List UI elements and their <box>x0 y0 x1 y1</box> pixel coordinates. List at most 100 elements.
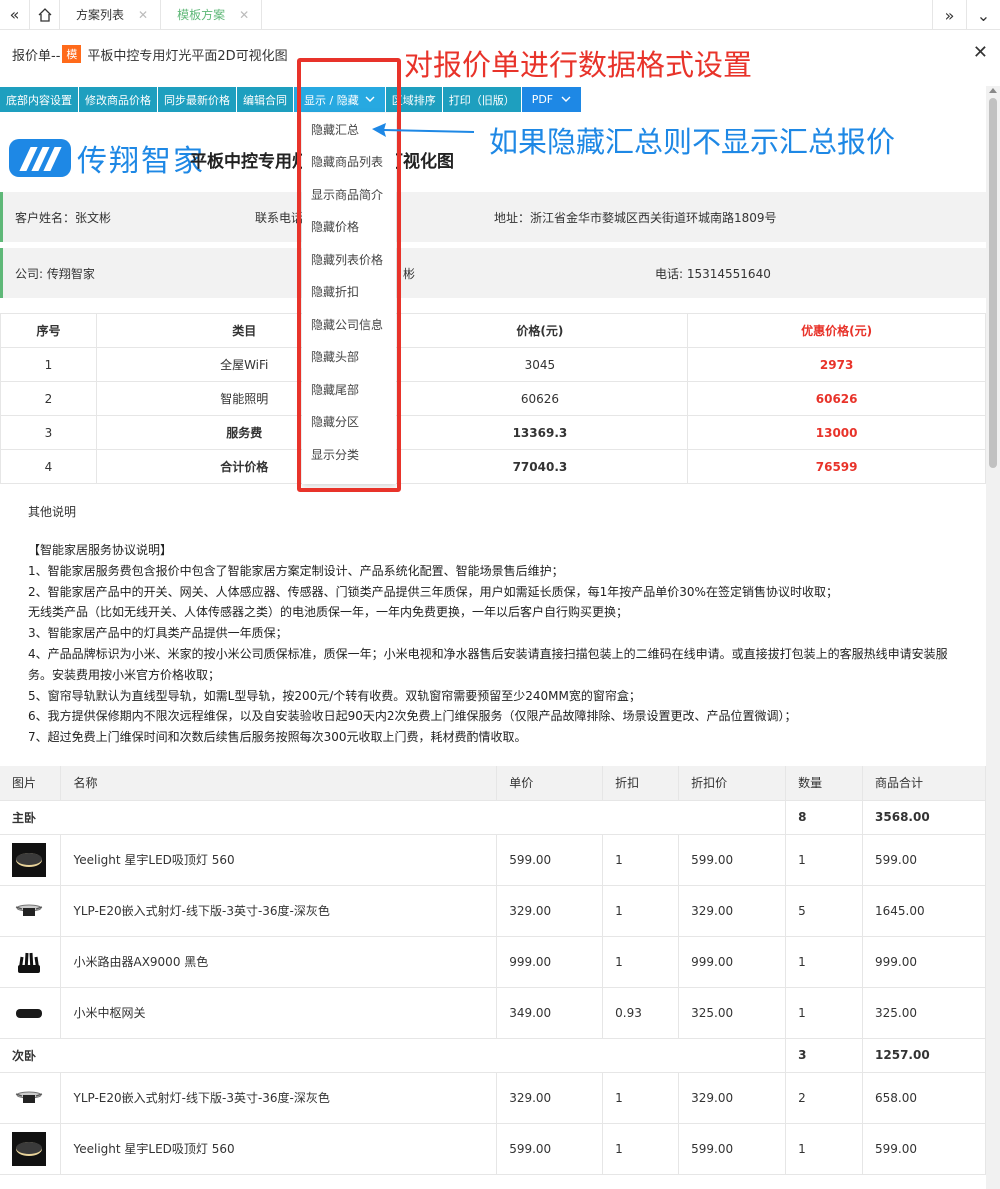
notes-line: 无线类产品（比如无线开关、人体传感器之类）的电池质保一年，一年内免费更换，一年以… <box>28 605 629 620</box>
print-old-button[interactable]: 打印（旧版） <box>442 87 522 112</box>
chevron-down-icon[interactable]: ⌄ <box>966 0 1000 30</box>
notes-body: 【智能家居服务协议说明】 1、智能家居服务费包含报价中包含了智能家居方案定制设计… <box>28 540 978 748</box>
pdf-label: PDF <box>531 93 554 106</box>
notes-line: 6、我方提供保修期内不限次远程维保，以及自安装验收日起90天内2次免费上门维保服… <box>28 709 797 724</box>
logo-text: 传翔智家 <box>77 144 205 179</box>
quantity: 1 <box>785 987 864 1039</box>
product-name: 小米中枢网关 <box>60 987 498 1039</box>
product-image <box>0 1123 62 1175</box>
ceiling-lamp-icon <box>12 1131 46 1166</box>
unit-price: 329.00 <box>496 1072 604 1124</box>
group-row: 次卧 3 1257.00 <box>0 1038 986 1073</box>
page-title: 平板中控专用灯光平面2D可视化图 <box>87 48 288 64</box>
chevron-down-icon <box>561 93 571 106</box>
company-name: 公司: 传翔智家 <box>15 267 95 281</box>
scroll-tabs-right-icon[interactable]: » <box>932 0 966 30</box>
group-name: 次卧 <box>0 1038 787 1073</box>
home-icon[interactable] <box>30 0 60 30</box>
table-header: 图片 名称 单价 折扣 折扣价 数量 商品合计 <box>0 766 986 801</box>
table-cell: 3 <box>0 415 97 450</box>
notes-line: 7、超过免费上门维保时间和次数后续售后服务按照每次300元收取上门费，耗材费酌情… <box>28 730 527 745</box>
annotation-hide-summary: 如果隐藏汇总则不显示汇总报价 <box>489 125 896 159</box>
unit-price: 599.00 <box>496 1123 604 1175</box>
quantity: 2 <box>785 1072 864 1124</box>
table-row: 4 合计价格 77040.3 76599 <box>0 449 986 484</box>
table-cell: 76599 <box>687 449 986 484</box>
notes-line: 1、智能家居服务费包含报价中包含了智能家居方案定制设计、产品系统化配置、智能场景… <box>28 563 564 578</box>
subtotal: 599.00 <box>862 1123 986 1175</box>
logo-mark-icon <box>9 139 71 177</box>
tab-plan-list[interactable]: 方案列表 ✕ <box>60 0 162 30</box>
column-header: 折扣价 <box>678 766 787 801</box>
table-cell: 13000 <box>687 415 986 450</box>
product-image <box>0 834 62 886</box>
close-tab-icon[interactable]: ✕ <box>138 8 148 22</box>
discount-price: 999.00 <box>678 936 787 988</box>
quantity: 5 <box>785 885 864 937</box>
discount: 1 <box>602 1072 680 1124</box>
scroll-up-icon[interactable] <box>989 88 997 93</box>
discount: 1 <box>602 936 680 988</box>
discount: 1 <box>602 885 680 937</box>
unit-price: 329.00 <box>496 885 604 937</box>
table-cell: 60626 <box>687 381 986 416</box>
edit-price-button[interactable]: 修改商品价格 <box>79 87 158 112</box>
column-header: 价格(元) <box>391 313 689 348</box>
table-row: YLP-E20嵌入式射灯-线下版-3英寸-36度-深灰色 329.00 1 32… <box>0 1072 986 1124</box>
scroll-tabs-left-icon[interactable]: « <box>0 0 30 30</box>
product-image <box>0 936 62 988</box>
tab-label: 模板方案 <box>177 8 226 22</box>
discount-price: 599.00 <box>678 1123 787 1175</box>
close-icon[interactable]: ✕ <box>973 42 988 63</box>
scrollbar-thumb[interactable] <box>989 98 997 468</box>
discount: 1 <box>602 1123 680 1175</box>
notes-line: 务。安装费用按小米官方价格收取； <box>28 667 221 682</box>
table-row: 3 服务费 13369.3 13000 <box>0 415 986 450</box>
tab-template-plan[interactable]: 模板方案 ✕ <box>161 0 263 30</box>
group-name: 主卧 <box>0 800 787 835</box>
column-header: 商品合计 <box>862 766 986 801</box>
column-header: 数量 <box>785 766 864 801</box>
notes-line: 【智能家居服务协议说明】 <box>28 543 173 557</box>
footer-settings-button[interactable]: 底部内容设置 <box>0 87 79 112</box>
discount-price: 599.00 <box>678 834 787 886</box>
product-name: Yeelight 星宇LED吸顶灯 560 <box>60 1123 498 1175</box>
edit-contract-button[interactable]: 编辑合同 <box>237 87 294 112</box>
notes-line: 2、智能家居产品中的开关、网关、人体感应器、传感器、门锁类产品提供三年质保，用户… <box>28 584 838 599</box>
table-cell: 77040.3 <box>391 449 689 484</box>
customer-address: 地址：浙江省金华市婺城区西关街道环城南路1809号 <box>494 211 777 225</box>
notes-line: 3、智能家居产品中的灯具类产品提供一年质保； <box>28 626 288 641</box>
toolbar: 底部内容设置 修改商品价格 同步最新价格 编辑合同 显示 / 隐藏 区域排序 打… <box>0 87 583 112</box>
product-table: 图片 名称 单价 折扣 折扣价 数量 商品合计 主卧 8 3568.00 Yee… <box>0 766 986 1175</box>
column-header: 序号 <box>0 313 97 348</box>
unit-price: 349.00 <box>496 987 604 1039</box>
spotlight-icon <box>12 893 46 928</box>
table-row: YLP-E20嵌入式射灯-线下版-3英寸-36度-深灰色 329.00 1 32… <box>0 885 986 937</box>
notes-line: 4、产品品牌标识为小米、米家的按小米公司质保标准，质保一年；小米电视和净水器售后… <box>28 646 948 661</box>
customer-name: 客户姓名：张文彬 <box>15 211 112 225</box>
table-cell: 1 <box>0 347 97 382</box>
discount-price: 325.00 <box>678 987 787 1039</box>
annotation-arrow-icon <box>372 123 475 137</box>
tab-bar: « 方案列表 ✕ 模板方案 ✕ » ⌄ <box>0 0 1000 30</box>
group-qty: 8 <box>785 800 864 835</box>
table-row: 2 智能照明 60626 60626 <box>0 381 986 416</box>
column-header: 折扣 <box>602 766 680 801</box>
subtotal: 658.00 <box>862 1072 986 1124</box>
close-tab-icon[interactable]: ✕ <box>239 8 249 22</box>
ceiling-lamp-icon <box>12 842 46 877</box>
product-image <box>0 885 62 937</box>
subtotal: 999.00 <box>862 936 986 988</box>
column-header: 图片 <box>0 766 62 801</box>
quantity: 1 <box>785 1123 864 1175</box>
table-cell: 13369.3 <box>391 415 689 450</box>
spotlight-icon <box>12 1080 46 1115</box>
product-name: YLP-E20嵌入式射灯-线下版-3英寸-36度-深灰色 <box>60 885 498 937</box>
product-image <box>0 1072 62 1124</box>
subtotal: 1645.00 <box>862 885 986 937</box>
sync-price-button[interactable]: 同步最新价格 <box>158 87 237 112</box>
subtotal: 325.00 <box>862 987 986 1039</box>
tab-label: 方案列表 <box>76 8 125 22</box>
notes-line: 5、窗帘导轨默认为直线型导轨，如需L型导轨，按200元/个转有收费。双轨窗帘需要… <box>28 688 641 703</box>
pdf-dropdown-button[interactable]: PDF <box>521 87 583 112</box>
